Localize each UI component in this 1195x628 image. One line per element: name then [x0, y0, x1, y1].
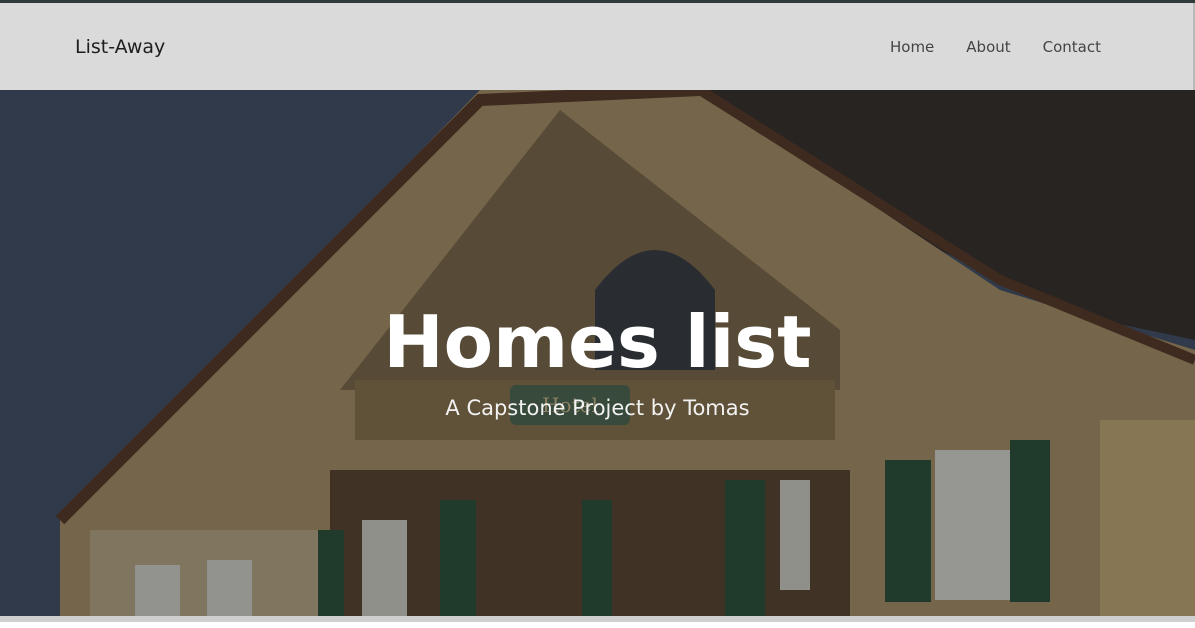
hero-subtitle: A Capstone Project by Tomas: [445, 396, 750, 420]
nav-link-contact[interactable]: Contact: [1043, 38, 1101, 56]
brand-logo-link[interactable]: List-Away: [75, 36, 165, 58]
nav-link-home[interactable]: Home: [890, 38, 934, 56]
bottom-divider: [0, 616, 1195, 622]
hero-title: Homes list: [383, 300, 812, 384]
hero-section: Hotel Homes list A Capstone Project by T…: [0, 90, 1195, 622]
navbar: List-Away Home About Contact: [0, 3, 1195, 90]
nav-link-about[interactable]: About: [966, 38, 1010, 56]
nav-menu: Home About Contact: [890, 38, 1101, 56]
